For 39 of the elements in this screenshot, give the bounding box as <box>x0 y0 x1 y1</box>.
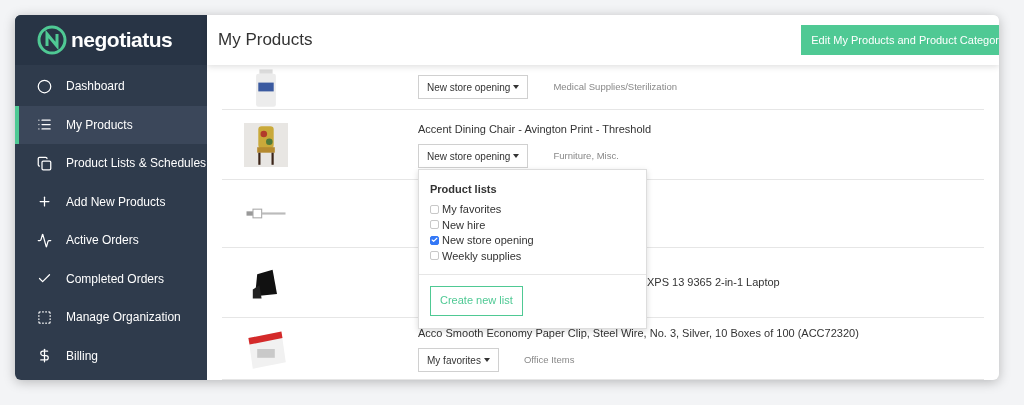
sidebar-item[interactable]: Billing <box>15 336 207 375</box>
list-dropdown[interactable]: New store opening <box>418 75 529 99</box>
product-title: Accent Dining Chair - Avington Print - Threshold <box>418 121 652 137</box>
sidebar-item[interactable]: Manage Organization <box>15 298 207 337</box>
list-option-label: New hire <box>442 217 486 233</box>
product-category: Medical Supplies/Sterilization <box>553 79 677 94</box>
list-option-label: Weekly supplies <box>442 248 522 264</box>
caret-icon <box>513 85 520 89</box>
product-category: Furniture, Misc. <box>553 149 619 164</box>
checkbox[interactable] <box>430 204 439 214</box>
caret-icon <box>513 154 520 159</box>
pulse-icon <box>37 232 52 248</box>
product-title: Acco Smooth Economy Paper Clip, Steel Wire, No. 3, Silver, 10 Boxes of 100 (ACC72320) <box>418 325 859 341</box>
caret-icon <box>483 358 490 363</box>
checkbox[interactable] <box>430 220 439 230</box>
sidebar-item[interactable]: Add New Products <box>15 182 207 221</box>
plus-icon <box>37 194 52 210</box>
popover-title: Product lists <box>430 182 498 197</box>
circle-icon <box>37 78 52 94</box>
product-title: XPS 13 9365 2-in-1 Laptop <box>646 275 780 291</box>
dollar-icon <box>37 348 52 364</box>
dashed-square-icon <box>37 309 52 325</box>
logo-wordmark: negotiatus <box>71 27 173 54</box>
list-dropdown[interactable]: My favorites <box>418 348 499 373</box>
list-icon <box>37 117 52 133</box>
sidebar-item[interactable]: Active Orders <box>15 221 207 260</box>
page-title: My Products <box>218 29 313 52</box>
sidebar-item[interactable]: Product Lists & Schedules <box>15 144 207 183</box>
list-option-label: New store opening <box>442 233 534 248</box>
list-dropdown[interactable]: New store opening <box>418 144 529 169</box>
checkbox[interactable] <box>430 251 439 261</box>
product-category: Office Items <box>523 353 575 368</box>
list-option-label: My favorites <box>442 202 502 217</box>
logo-icon <box>37 25 67 55</box>
sidebar-item[interactable]: Dashboard <box>15 67 207 106</box>
sidebar-item[interactable]: My Products <box>15 105 207 144</box>
checkbox[interactable] <box>430 235 439 245</box>
sidebar-item[interactable]: Completed Orders <box>15 259 207 298</box>
copy-icon <box>37 155 52 171</box>
